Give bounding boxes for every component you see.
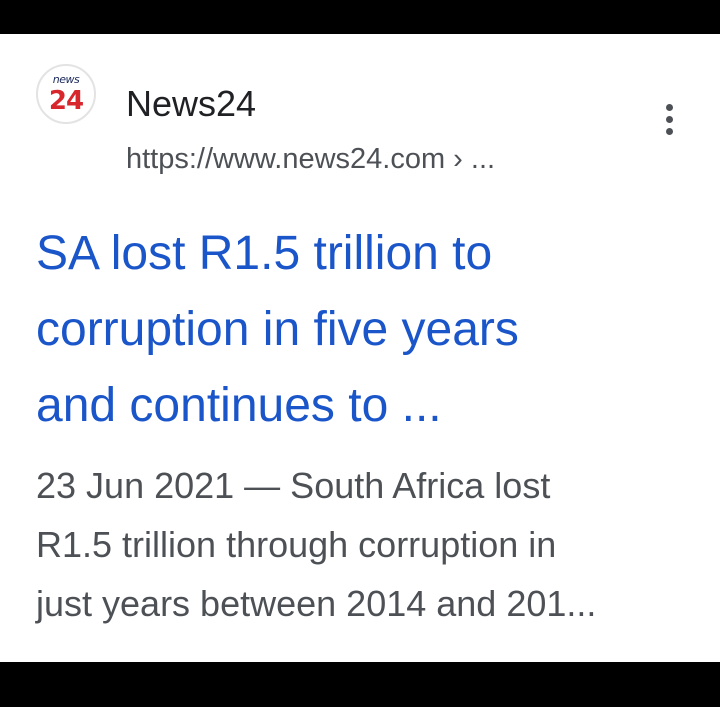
result-snippet: 23 Jun 2021 — South Africa lost R1.5 tri…	[36, 456, 686, 633]
title-line: and continues to ...	[36, 379, 442, 432]
site-favicon[interactable]: news 24	[36, 64, 96, 124]
menu-dot	[666, 104, 673, 111]
title-line: corruption in five years	[36, 303, 519, 356]
title-line: SA lost R1.5 trillion to	[36, 227, 493, 280]
site-name[interactable]: News24	[126, 84, 256, 124]
snippet-line: R1.5 trillion through corruption in	[36, 524, 557, 565]
more-options-icon[interactable]	[656, 100, 684, 140]
screen-frame: news 24 News24 https://www.news24.com › …	[0, 0, 720, 707]
favicon-news-text: news	[52, 73, 80, 86]
result-title-link[interactable]: SA lost R1.5 trillion to corruption in f…	[36, 216, 676, 444]
snippet-line: just years between 2014 and 201...	[36, 583, 597, 624]
site-url[interactable]: https://www.news24.com › ...	[126, 141, 495, 177]
menu-dot	[666, 116, 673, 123]
snippet-line: 23 Jun 2021 — South Africa lost	[36, 465, 551, 506]
menu-dot	[666, 128, 673, 135]
favicon-number: 24	[48, 86, 84, 116]
